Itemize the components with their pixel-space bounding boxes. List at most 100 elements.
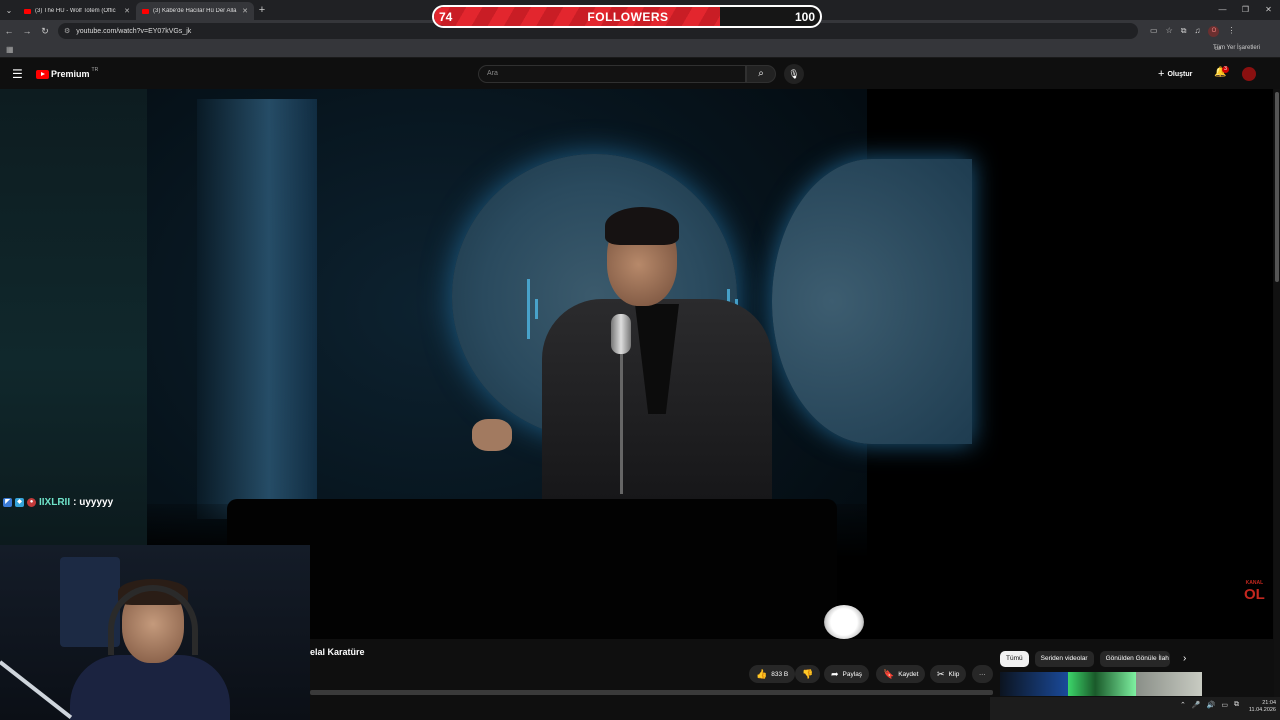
scissors-icon: ✂	[937, 668, 945, 679]
tab-search-icon[interactable]: ⌄	[0, 0, 18, 20]
chip-series[interactable]: Seriden videolar	[1034, 651, 1094, 667]
stream-chat-overlay	[0, 89, 147, 545]
thumbs-down-icon: 👎	[802, 668, 814, 679]
logo-text: Premium	[51, 69, 90, 79]
studio-panel	[197, 99, 317, 519]
site-info-icon[interactable]: ⚙	[64, 27, 70, 35]
screen: ⌄ (3) The HU - Wolf Totem (Offic ✕ (3) K…	[0, 0, 1280, 720]
country-code: TR	[91, 67, 99, 73]
chevron-right-icon[interactable]: ›	[1183, 653, 1186, 664]
bookmark-icon: 🔖	[883, 668, 895, 679]
close-icon[interactable]: ✕	[242, 7, 248, 15]
video-thumbnail[interactable]	[1068, 672, 1136, 696]
system-tray: ⌃ 🎤 🔊 ▭ ⧉	[1180, 701, 1239, 709]
singer-hair	[605, 207, 679, 245]
recommended-thumbnails	[1000, 672, 1202, 696]
apps-grid-icon[interactable]: ▦	[6, 45, 14, 54]
video-title: elal Karatüre	[310, 647, 365, 657]
browser-toolbar-icons: ▭ ☆ ⧉ ♫ O ⋮	[1150, 25, 1235, 37]
system-clock[interactable]: 21:04 11.04.2026	[1242, 700, 1276, 714]
close-window-icon[interactable]: ✕	[1257, 0, 1280, 20]
hamburger-menu-icon[interactable]: ☰	[12, 67, 23, 81]
followers-goal-bar: FOLLOWERS 74 100	[432, 5, 822, 28]
tray-network-icon[interactable]: ⧉	[1234, 701, 1239, 709]
youtube-play-icon	[36, 69, 49, 79]
window-controls: — ❐ ✕	[1211, 0, 1280, 20]
microphone-icon[interactable]: 🎙	[784, 64, 804, 84]
like-button[interactable]: 👍 833 B	[749, 665, 796, 683]
share-button[interactable]: ➦ Paylaş	[824, 665, 870, 683]
soundwave-bar	[535, 299, 538, 319]
video-thumbnail[interactable]	[1000, 672, 1068, 696]
soundwave-bar	[527, 279, 530, 339]
tray-volume-icon[interactable]: 🔊	[1207, 701, 1216, 709]
singer-hand	[472, 419, 512, 451]
light-flare	[824, 605, 864, 639]
more-icon: ···	[979, 670, 986, 678]
forward-icon[interactable]: →	[18, 26, 36, 36]
chip-playlist[interactable]: Gönülden Gönüle İlah	[1099, 651, 1170, 667]
back-icon[interactable]: ←	[0, 26, 18, 36]
tray-expand-icon[interactable]: ⌃	[1180, 701, 1186, 709]
save-button[interactable]: 🔖 Kaydet	[876, 665, 926, 683]
share-label: Paylaş	[842, 670, 863, 678]
scrollbar-thumb[interactable]	[1275, 92, 1279, 282]
chat-badge-icon: ◤	[3, 498, 12, 507]
tab-title: (3) Kâbe'de Hacılar Hû Der Alla	[153, 8, 237, 14]
browser-tab-1[interactable]: (3) The HU - Wolf Totem (Offic ✕	[18, 2, 136, 20]
tray-mic-icon[interactable]: 🎤	[1192, 701, 1201, 709]
like-count: 833 B	[771, 670, 789, 678]
new-tab-button[interactable]: +	[254, 4, 270, 16]
recommendation-chips: Tümü Seriden videolar Gönülden Gönüle İl…	[1000, 651, 1170, 667]
share-icon: ➦	[831, 668, 839, 679]
more-actions-button[interactable]: ···	[972, 665, 993, 683]
channel-watermark[interactable]: KANAL OL	[1244, 577, 1265, 603]
account-avatar[interactable]	[1242, 67, 1256, 81]
followers-label: FOLLOWERS	[587, 10, 669, 24]
video-player[interactable]: KANAL OL	[147, 89, 1273, 639]
video-thumbnail[interactable]	[1136, 672, 1202, 696]
tray-display-icon[interactable]: ▭	[1221, 701, 1228, 709]
profile-avatar[interactable]: O	[1208, 25, 1220, 37]
clock-date: 11.04.2026	[1248, 707, 1276, 713]
watermark-main-text: OL	[1244, 586, 1265, 603]
search-input[interactable]: Ara	[478, 65, 746, 83]
followers-goal: 100	[794, 10, 815, 24]
bookmark-star-icon[interactable]: ☆	[1166, 26, 1173, 37]
browser-tab-2[interactable]: (3) Kâbe'de Hacılar Hû Der Alla ✕	[136, 2, 254, 20]
youtube-logo[interactable]: Premium TR	[36, 67, 99, 79]
all-bookmarks-link[interactable]: Tüm Yer İşaretleri	[1213, 45, 1260, 51]
clock-time: 21:04	[1262, 700, 1276, 706]
cast-icon[interactable]: ▭	[1150, 26, 1158, 37]
youtube-favicon-icon	[24, 8, 31, 14]
maximize-icon[interactable]: ❐	[1234, 0, 1257, 20]
create-button[interactable]: + Oluştur	[1158, 68, 1192, 80]
dislike-button[interactable]: 👎	[795, 665, 821, 683]
close-icon[interactable]: ✕	[124, 7, 130, 15]
tab-title: (3) The HU - Wolf Totem (Offic	[35, 8, 116, 14]
minimize-icon[interactable]: —	[1211, 0, 1234, 20]
thumbs-up-icon: 👍	[756, 668, 768, 679]
extensions-icon[interactable]: ⧉	[1181, 26, 1187, 37]
microphone-stand	[620, 354, 623, 494]
reload-icon[interactable]: ↻	[36, 26, 54, 37]
video-progress-track[interactable]	[310, 690, 993, 695]
chip-all[interactable]: Tümü	[1000, 651, 1029, 667]
video-shadow	[227, 499, 837, 639]
streamer-webcam	[0, 545, 310, 720]
studio-light-circle	[772, 159, 972, 444]
save-label: Kaydet	[898, 670, 919, 678]
chat-username: IIXLRII	[39, 497, 71, 508]
media-icon[interactable]: ♫	[1194, 26, 1200, 37]
youtube-favicon-icon	[142, 8, 149, 14]
studio-microphone	[611, 314, 631, 354]
plus-icon: +	[1158, 68, 1165, 80]
chat-text: : uyyyyy	[73, 497, 114, 508]
notification-badge: 3	[1222, 66, 1229, 73]
url-text: youtube.com/watch?v=EY07kVGs_jk	[76, 27, 192, 35]
menu-icon[interactable]: ⋮	[1227, 26, 1235, 37]
youtube-header: ☰ Premium TR Ara ⌕ 🎙 + Oluştur 🔔 3	[0, 59, 1280, 89]
create-label: Oluştur	[1167, 70, 1193, 78]
search-icon[interactable]: ⌕	[746, 65, 776, 83]
clip-button[interactable]: ✂ Klip	[930, 665, 967, 683]
